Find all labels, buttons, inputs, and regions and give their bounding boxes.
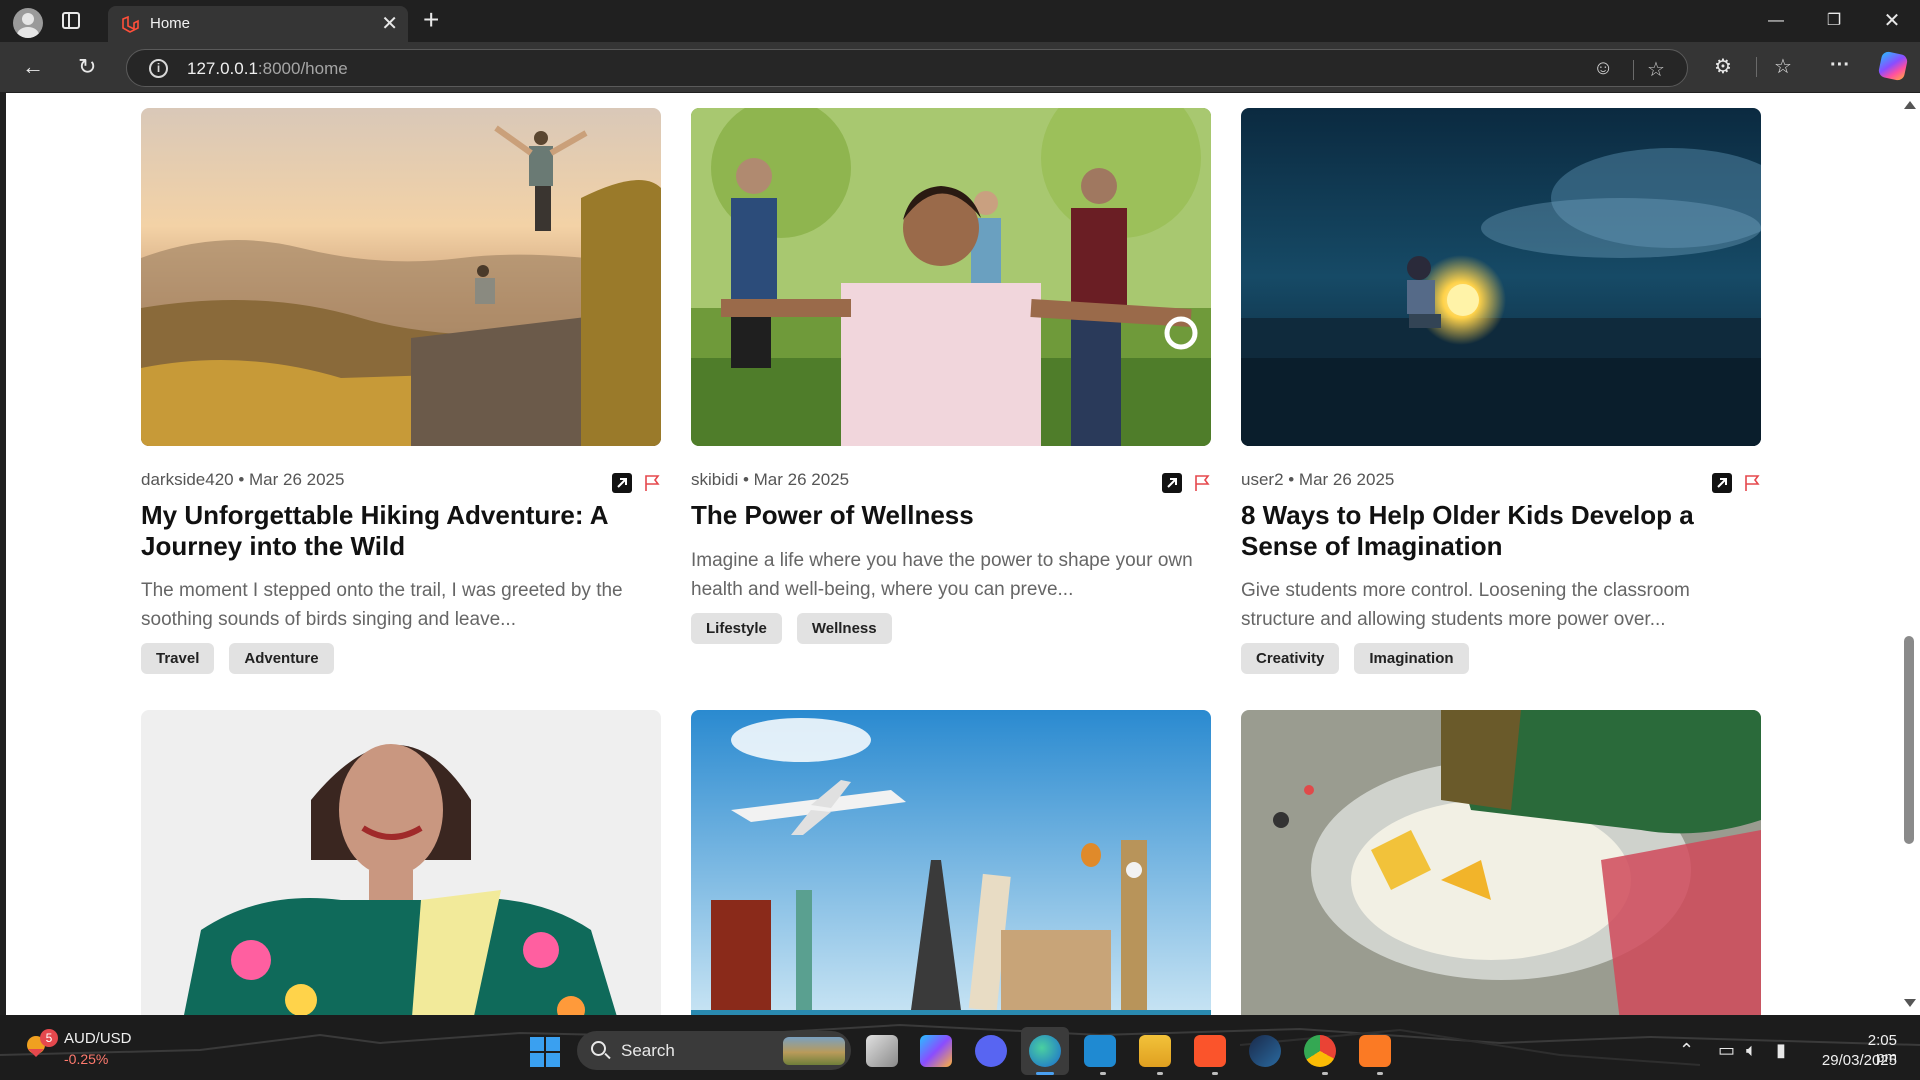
favorites-icon[interactable]: ☆	[1774, 54, 1792, 79]
copilot-icon[interactable]	[1877, 50, 1909, 82]
new-tab-icon[interactable]: +	[423, 5, 439, 35]
tag-chip[interactable]: Creativity	[1241, 643, 1340, 674]
address-bar[interactable]: i 127.0.0.1:8000/home ☺ ☆	[126, 49, 1688, 87]
brave-icon[interactable]	[1194, 1035, 1226, 1067]
close-window-icon[interactable]: ✕	[1864, 0, 1920, 42]
running-indicator	[1212, 1072, 1218, 1075]
minimize-icon[interactable]: —	[1748, 0, 1804, 42]
reading-mode-icon[interactable]: ☺	[1593, 57, 1613, 80]
favorite-star-icon[interactable]: ☆	[1647, 57, 1665, 82]
back-icon[interactable]: ←	[22, 54, 44, 80]
discord-icon[interactable]	[975, 1035, 1007, 1067]
clock-date[interactable]: 29/03/2025	[1818, 1052, 1897, 1069]
scroll-up-icon[interactable]	[1904, 101, 1916, 109]
post-thumbnail[interactable]	[141, 710, 661, 1015]
scrollbar-thumb[interactable]	[1904, 636, 1914, 844]
post-excerpt: The moment I stepped onto the trail, I w…	[141, 580, 623, 630]
widget-ticker-name[interactable]: AUD/USD	[64, 1030, 132, 1047]
chrome-icon[interactable]	[1304, 1035, 1336, 1067]
open-post-icon[interactable]	[1162, 473, 1182, 493]
post-thumbnail[interactable]	[691, 710, 1211, 1015]
steam-icon[interactable]	[1249, 1035, 1281, 1067]
report-flag-icon[interactable]	[1192, 473, 1212, 493]
post-meta: user2 • Mar 26 2025	[1241, 470, 1395, 489]
task-view-icon[interactable]	[866, 1035, 898, 1067]
file-explorer-icon[interactable]	[1139, 1035, 1171, 1067]
report-flag-icon[interactable]	[1742, 473, 1762, 493]
post-thumbnail[interactable]	[1241, 710, 1761, 1015]
laravel-favicon-icon	[122, 15, 139, 33]
post-excerpt: Give students more control. Loosening th…	[1241, 580, 1690, 630]
show-hidden-icons-icon[interactable]: ⌃	[1679, 1040, 1694, 1061]
extensions-icon[interactable]: ⚙	[1714, 54, 1732, 79]
running-indicator	[1322, 1072, 1328, 1075]
search-icon	[591, 1041, 606, 1056]
volume-icon[interactable]: 🔈︎	[1746, 1040, 1757, 1061]
tag-chip[interactable]: Adventure	[229, 643, 334, 674]
scroll-down-icon[interactable]	[1904, 999, 1916, 1007]
post-excerpt: Imagine a life where you have the power …	[691, 550, 1193, 600]
tab-title: Home	[150, 15, 191, 32]
tab-actions-icon[interactable]	[62, 12, 80, 29]
post-meta: darkside420 • Mar 26 2025	[141, 470, 345, 489]
network-icon[interactable]: ▭	[1718, 1040, 1735, 1061]
running-indicator	[1377, 1072, 1383, 1075]
tag-chip[interactable]: Imagination	[1354, 643, 1469, 674]
tab-close-icon[interactable]: ✕	[381, 11, 398, 36]
divider	[1633, 60, 1634, 80]
url-text[interactable]: 127.0.0.1:8000/home	[187, 59, 348, 79]
page-viewport: darkside420 • Mar 26 2025 My Unforgettab…	[6, 93, 1898, 1015]
tag-chip[interactable]: Travel	[141, 643, 215, 674]
vscode-icon[interactable]	[1084, 1035, 1116, 1067]
search-label: Search	[621, 1041, 675, 1060]
open-post-icon[interactable]	[612, 473, 632, 493]
site-info-icon[interactable]: i	[149, 59, 168, 78]
browser-toolbar: ← ↻ i 127.0.0.1:8000/home ☺ ☆ ⚙ ☆ ···	[0, 42, 1920, 92]
battery-icon[interactable]: ▮	[1776, 1040, 1786, 1061]
search-highlight-image	[783, 1037, 845, 1065]
tag-chip[interactable]: Lifestyle	[691, 613, 782, 644]
taskbar-search[interactable]: Search	[577, 1031, 851, 1070]
divider	[1756, 57, 1757, 77]
running-indicator	[1157, 1072, 1163, 1075]
restore-icon[interactable]: ❐	[1806, 0, 1862, 42]
post-thumbnail[interactable]	[141, 108, 661, 446]
tag-list: Travel Adventure	[141, 643, 334, 674]
more-menu-icon[interactable]: ···	[1830, 54, 1850, 77]
tag-chip[interactable]: Wellness	[796, 613, 892, 644]
xampp-icon[interactable]	[1359, 1035, 1391, 1067]
post-thumbnail[interactable]	[1241, 108, 1761, 446]
active-indicator	[1036, 1072, 1054, 1075]
post-meta: skibidi • Mar 26 2025	[691, 470, 850, 489]
notification-badge: 5	[40, 1029, 58, 1047]
taskbar-wallpaper	[0, 1023, 1920, 1066]
copilot-app-icon[interactable]	[920, 1035, 952, 1067]
page-scrollbar[interactable]	[1898, 93, 1920, 1015]
profile-avatar-icon[interactable]	[13, 8, 43, 38]
refresh-icon[interactable]: ↻	[78, 54, 96, 80]
post-title[interactable]: My Unforgettable Hiking Adventure: A Jou…	[141, 500, 661, 562]
post-title[interactable]: The Power of Wellness	[691, 500, 1211, 531]
windows-start-icon[interactable]	[530, 1037, 560, 1067]
widget-ticker-value: -0.25%	[64, 1051, 109, 1067]
taskbar	[0, 1015, 1920, 1080]
running-indicator	[1100, 1072, 1106, 1075]
tab-home[interactable]: Home ✕	[108, 6, 408, 42]
tag-list: Lifestyle Wellness	[691, 613, 892, 644]
edge-icon[interactable]	[1029, 1035, 1061, 1067]
tab-bar: Home ✕ + — ❐ ✕	[0, 0, 1920, 42]
tag-list: Creativity Imagination	[1241, 643, 1469, 674]
report-flag-icon[interactable]	[642, 473, 662, 493]
open-post-icon[interactable]	[1712, 473, 1732, 493]
post-title[interactable]: 8 Ways to Help Older Kids Develop a Sens…	[1241, 500, 1761, 562]
post-thumbnail[interactable]	[691, 108, 1211, 446]
